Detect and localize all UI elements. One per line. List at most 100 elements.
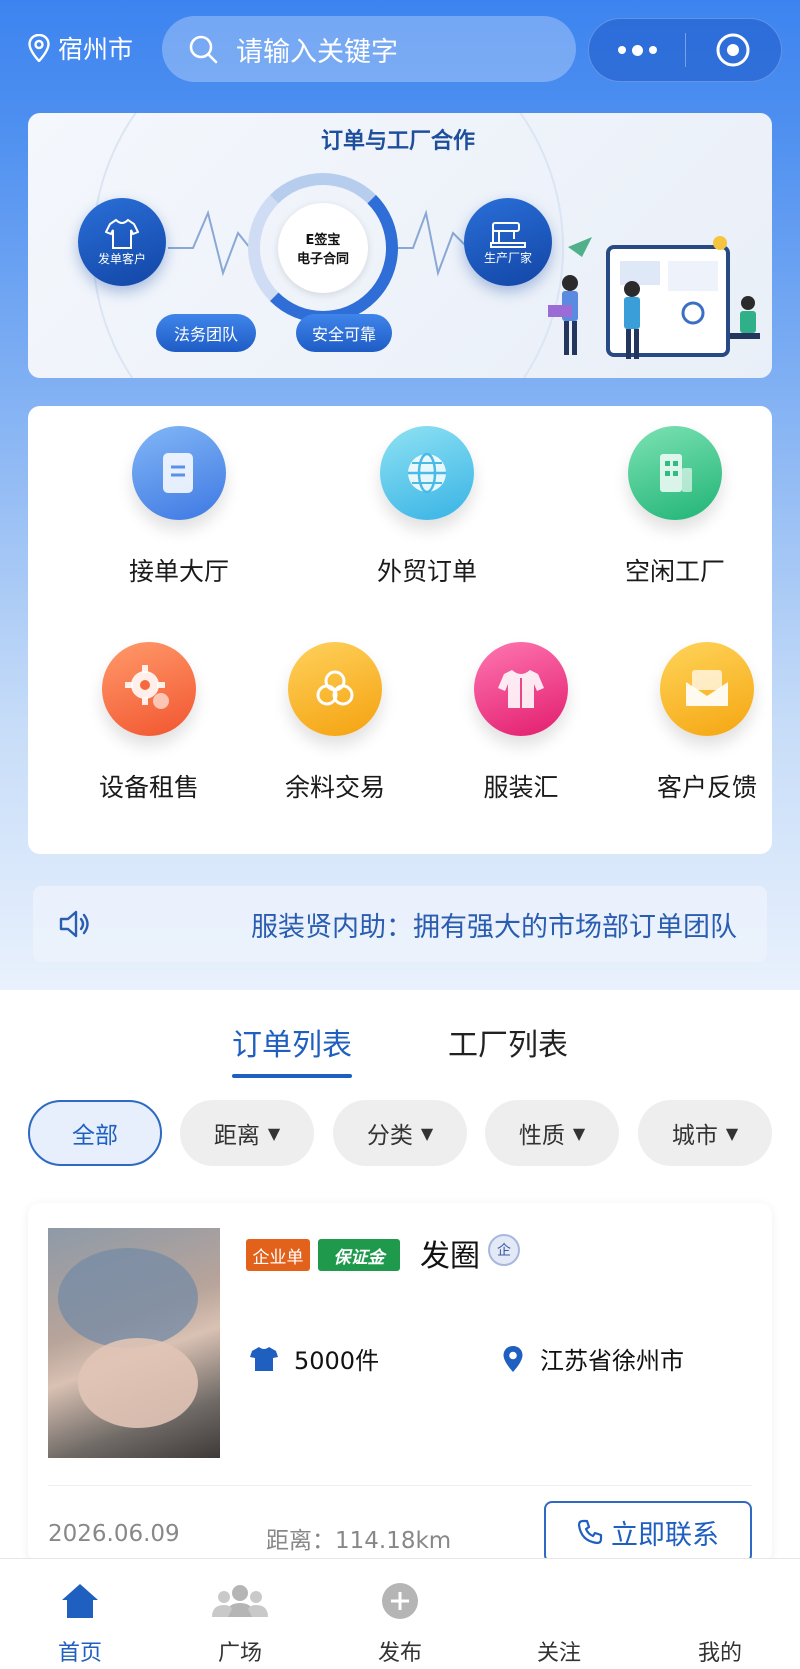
filter-nature-label: 性质 bbox=[518, 1123, 565, 1149]
list-tabs: 订单列表 工厂列表 bbox=[0, 990, 800, 1078]
location-value: 江苏省徐州市 bbox=[540, 1347, 684, 1375]
tab-mine-label: 我的 bbox=[697, 1641, 742, 1666]
tab-home[interactable]: 首页 bbox=[25, 1577, 135, 1667]
menu-item-clothing-hub[interactable]: 服装汇 bbox=[436, 642, 606, 804]
search-input[interactable]: 请输入关键字 bbox=[162, 16, 576, 82]
more-dots-icon bbox=[617, 46, 626, 54]
filter-distance-label: 距离 bbox=[213, 1123, 260, 1149]
safety-pill: 安全可靠 bbox=[296, 314, 392, 352]
tab-orders[interactable]: 订单列表 bbox=[232, 1020, 352, 1078]
menu-label: 设备租售 bbox=[98, 773, 199, 802]
menu-item-surplus-trade[interactable]: 余料交易 bbox=[250, 642, 420, 804]
search-icon bbox=[189, 35, 218, 64]
city-selector[interactable]: 宿州市 bbox=[28, 30, 133, 66]
dropdown-triangle-icon: ▼ bbox=[267, 1123, 281, 1143]
bottom-tab-bar: 首页 广场 发布 关注 我的 bbox=[0, 1558, 800, 1669]
jacket-icon bbox=[474, 642, 568, 736]
gear-icon bbox=[102, 642, 196, 736]
order-thumbnail bbox=[48, 1228, 220, 1458]
client-label: 发单客户 bbox=[97, 251, 146, 266]
esign-line1: E签宝 bbox=[305, 233, 341, 248]
dropdown-triangle-icon: ▼ bbox=[572, 1123, 586, 1143]
enterprise-tag: 企业单 bbox=[246, 1239, 310, 1271]
home-icon bbox=[62, 1584, 98, 1618]
quantity-value: 5000件 bbox=[294, 1347, 380, 1375]
tab-home-label: 首页 bbox=[57, 1641, 102, 1666]
menu-label: 外贸订单 bbox=[376, 557, 477, 586]
feature-menu: 接单大厅 外贸订单 空闲工厂 设备租售 余料交易 服装汇 客户反馈 bbox=[28, 406, 772, 854]
tab-square[interactable]: 广场 bbox=[185, 1577, 295, 1667]
menu-label: 客户反馈 bbox=[656, 773, 757, 802]
building-icon bbox=[628, 426, 722, 520]
client-circle: 发单客户 bbox=[78, 198, 166, 286]
team-illustration bbox=[548, 236, 760, 359]
more-button[interactable] bbox=[589, 44, 685, 56]
miniprogram-capsule bbox=[588, 18, 782, 82]
location-pin-icon bbox=[28, 34, 50, 62]
notice-bar[interactable]: 服装贤内助：拥有强大的市场部订单团队 bbox=[33, 886, 767, 962]
esign-ring: E签宝 电子合同 bbox=[248, 173, 398, 323]
filter-nature[interactable]: 性质 ▼ bbox=[485, 1100, 619, 1166]
contact-label: 立即联系 bbox=[611, 1519, 719, 1551]
mail-icon bbox=[660, 642, 754, 736]
tab-follow[interactable]: 关注 bbox=[504, 1577, 614, 1667]
location-pin-icon bbox=[503, 1345, 523, 1372]
order-quantity: 5000件 bbox=[250, 1341, 379, 1376]
factory-label: 生产厂家 bbox=[483, 250, 532, 265]
card-divider bbox=[48, 1485, 752, 1486]
tab-factories[interactable]: 工厂列表 bbox=[448, 1020, 568, 1064]
order-title: 发圈 bbox=[420, 1239, 480, 1274]
phone-icon bbox=[577, 1519, 603, 1545]
header: 宿州市 请输入关键字 bbox=[0, 0, 800, 100]
notice-text: 服装贤内助：拥有强大的市场部订单团队 bbox=[251, 911, 737, 943]
menu-label: 服装汇 bbox=[483, 773, 559, 802]
order-location: 江苏省徐州市 bbox=[502, 1341, 684, 1376]
order-distance: 距离：114.18km bbox=[266, 1528, 452, 1554]
tab-mine[interactable]: 我的 bbox=[665, 1577, 775, 1667]
esign-line2: 电子合同 bbox=[296, 252, 349, 267]
contact-now-button[interactable]: 立即联系 bbox=[544, 1501, 752, 1563]
menu-item-idle-factory[interactable]: 空闲工厂 bbox=[590, 426, 760, 588]
tab-publish-label: 发布 bbox=[377, 1641, 422, 1666]
sewing-machine-icon bbox=[490, 221, 526, 248]
target-circle-icon bbox=[716, 33, 750, 67]
factory-circle: 生产厂家 bbox=[464, 198, 552, 286]
filter-distance[interactable]: 距离 ▼ bbox=[180, 1100, 314, 1166]
menu-label: 空闲工厂 bbox=[624, 557, 725, 586]
menu-item-order-hall[interactable]: 接单大厅 bbox=[94, 426, 264, 588]
filter-all[interactable]: 全部 bbox=[28, 1100, 162, 1166]
filter-category-label: 分类 bbox=[366, 1123, 413, 1149]
deposit-tag: 保证金 bbox=[318, 1239, 400, 1271]
tshirt-icon bbox=[250, 1346, 278, 1371]
menu-item-feedback[interactable]: 客户反馈 bbox=[622, 642, 792, 804]
document-icon bbox=[132, 426, 226, 520]
group-icon bbox=[212, 1585, 268, 1617]
filter-all-label: 全部 bbox=[72, 1123, 118, 1149]
esign-badge: E签宝 电子合同 bbox=[278, 203, 368, 293]
menu-item-foreign-trade[interactable]: 外贸订单 bbox=[342, 426, 512, 588]
tab-follow-label: 关注 bbox=[536, 1641, 581, 1666]
plus-circle-icon bbox=[382, 1583, 418, 1619]
close-miniprogram-button[interactable] bbox=[686, 32, 781, 68]
legal-team-pill: 法务团队 bbox=[156, 314, 256, 352]
menu-label: 余料交易 bbox=[284, 773, 385, 802]
enterprise-verified-icon: 企 bbox=[488, 1234, 520, 1266]
dropdown-triangle-icon: ▼ bbox=[725, 1123, 739, 1143]
promo-banner[interactable]: 订单与工厂合作 发单客户 E签宝 电子合同 生产厂家 法务团队 安全可靠 bbox=[28, 113, 772, 378]
speaker-icon bbox=[59, 910, 89, 938]
menu-item-equipment[interactable]: 设备租售 bbox=[64, 642, 234, 804]
order-card[interactable]: 企业单 保证金 发圈 企 5000件 江苏省徐州市 2026.06.09 距离：… bbox=[28, 1203, 772, 1563]
city-name: 宿州市 bbox=[58, 35, 134, 64]
shirt-icon bbox=[105, 218, 139, 249]
menu-label: 接单大厅 bbox=[128, 557, 229, 586]
tab-publish[interactable]: 发布 bbox=[345, 1577, 455, 1667]
filter-category[interactable]: 分类 ▼ bbox=[333, 1100, 467, 1166]
filter-city[interactable]: 城市 ▼ bbox=[638, 1100, 772, 1166]
dropdown-triangle-icon: ▼ bbox=[420, 1123, 434, 1143]
order-date: 2026.06.09 bbox=[48, 1521, 180, 1547]
search-placeholder: 请输入关键字 bbox=[236, 36, 398, 68]
tab-square-label: 广场 bbox=[217, 1641, 262, 1666]
fabric-roll-icon bbox=[288, 642, 382, 736]
filter-city-label: 城市 bbox=[671, 1123, 718, 1149]
filter-bar: 全部 距离 ▼ 分类 ▼ 性质 ▼ 城市 ▼ bbox=[0, 1100, 800, 1168]
